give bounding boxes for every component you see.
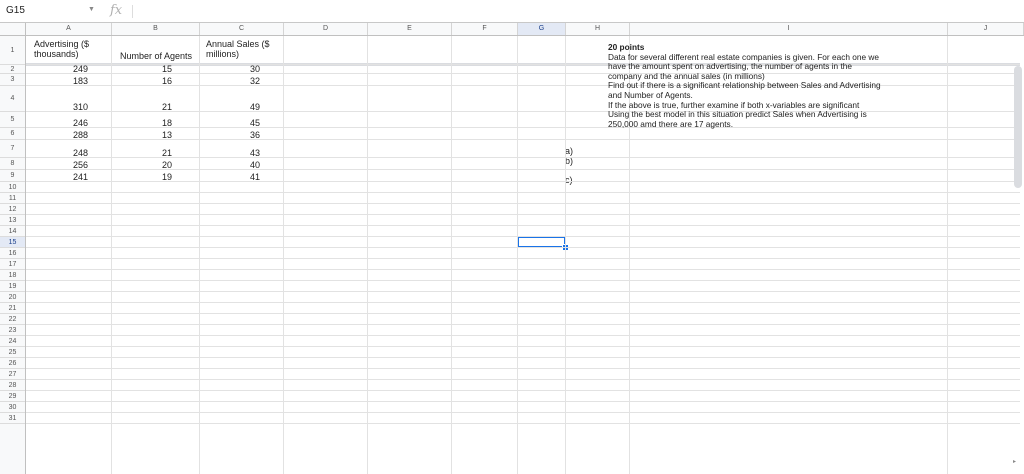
row-header-15[interactable]: 15	[0, 237, 25, 248]
grid-vline	[111, 36, 112, 474]
column-header-i[interactable]: I	[630, 23, 948, 35]
column-header-h[interactable]: H	[566, 23, 630, 35]
row-header-11[interactable]: 11	[0, 193, 25, 204]
grid-vline	[283, 36, 284, 474]
grid-hline	[26, 324, 1020, 325]
row-header-28[interactable]: 28	[0, 380, 25, 391]
formula-bar: G15 ▼ fx	[0, 0, 1024, 23]
header-c-line1[interactable]: Annual Sales ($	[206, 39, 270, 49]
row-header-6[interactable]: 6	[0, 128, 25, 140]
grid-hline	[26, 357, 1020, 358]
row-header-5[interactable]: 5	[0, 112, 25, 128]
select-all-corner[interactable]	[0, 23, 26, 35]
row-header-29[interactable]: 29	[0, 391, 25, 402]
row-header-19[interactable]: 19	[0, 281, 25, 292]
grid-hline	[26, 225, 1020, 226]
row-header-12[interactable]: 12	[0, 204, 25, 215]
grid-vline	[451, 36, 452, 474]
row-header-23[interactable]: 23	[0, 325, 25, 336]
grid-hline	[26, 192, 1020, 193]
grid-vline	[367, 36, 368, 474]
label-a[interactable]: a)	[565, 146, 573, 156]
header-c-line2[interactable]: millions)	[206, 49, 239, 59]
row-header-20[interactable]: 20	[0, 292, 25, 303]
grid-hline	[26, 269, 1020, 270]
row-header-17[interactable]: 17	[0, 259, 25, 270]
column-header-g[interactable]: G	[518, 23, 566, 35]
scroll-right-icon[interactable]: ▸	[1013, 458, 1016, 465]
grid-hline	[26, 390, 1020, 391]
column-header-b[interactable]: B	[112, 23, 200, 35]
grid-hline	[26, 346, 1020, 347]
column-header-e[interactable]: E	[368, 23, 452, 35]
grid-vline	[199, 36, 200, 474]
row-header-3[interactable]: 3	[0, 74, 25, 86]
row-header-bar: 1 2 3 4 5 6 7 8 9 10 11 12 13 14 15 16 17 18 19 20 21 22 23 24 2…	[0, 36, 26, 474]
formula-input[interactable]	[140, 4, 1004, 21]
row-header-1[interactable]: 1	[0, 36, 25, 65]
grid-hline	[26, 280, 1020, 281]
column-header-d[interactable]: D	[284, 23, 368, 35]
row-header-31[interactable]: 31	[0, 413, 25, 424]
formula-separator	[132, 5, 133, 18]
grid-hline	[26, 335, 1020, 336]
grid-hline	[26, 401, 1020, 402]
function-icon: fx	[110, 3, 123, 18]
grid-hline	[26, 181, 1020, 182]
row-header-9[interactable]: 9	[0, 170, 25, 182]
header-a-line2[interactable]: thousands)	[34, 49, 79, 59]
grid-hline	[26, 412, 1020, 413]
grid-hline	[26, 169, 1020, 170]
column-header-c[interactable]: C	[200, 23, 284, 35]
name-box[interactable]: G15	[6, 5, 25, 16]
grid-hline	[26, 379, 1020, 380]
grid-hline	[26, 258, 1020, 259]
problem-statement: 20 points Data for several different rea…	[608, 42, 948, 130]
grid-hline	[26, 423, 1020, 424]
row-header-16[interactable]: 16	[0, 248, 25, 259]
row-header-27[interactable]: 27	[0, 369, 25, 380]
column-header-a[interactable]: A	[26, 23, 112, 35]
row-header-26[interactable]: 26	[0, 358, 25, 369]
grid-vline	[517, 36, 518, 474]
row-header-14[interactable]: 14	[0, 226, 25, 237]
grid-hline	[26, 291, 1020, 292]
row-header-18[interactable]: 18	[0, 270, 25, 281]
grid-hline	[26, 236, 1020, 237]
grid-hline	[26, 302, 1020, 303]
row-header-8[interactable]: 8	[0, 158, 25, 170]
vertical-scrollbar[interactable]	[1014, 66, 1022, 188]
grid-hline	[26, 247, 1020, 248]
row-header-25[interactable]: 25	[0, 347, 25, 358]
row-header-22[interactable]: 22	[0, 314, 25, 325]
row-header-21[interactable]: 21	[0, 303, 25, 314]
row-header-30[interactable]: 30	[0, 402, 25, 413]
grid-hline	[26, 214, 1020, 215]
row-header-13[interactable]: 13	[0, 215, 25, 226]
row-header-24[interactable]: 24	[0, 336, 25, 347]
header-a-line1[interactable]: Advertising ($	[34, 39, 89, 49]
name-box-dropdown-icon[interactable]: ▼	[88, 6, 95, 13]
grid-vline	[565, 36, 566, 474]
row-header-2[interactable]: 2	[0, 65, 25, 74]
row-header-10[interactable]: 10	[0, 182, 25, 193]
label-c[interactable]: c)	[565, 175, 573, 185]
grid-hline	[26, 157, 1020, 158]
grid-hline	[26, 203, 1020, 204]
problem-line-8[interactable]: 250,000 amd there are 17 agents.	[608, 119, 948, 130]
column-header-j[interactable]: J	[948, 23, 1024, 35]
grid-hline	[26, 139, 1020, 140]
column-header-f[interactable]: F	[452, 23, 518, 35]
row-header-4[interactable]: 4	[0, 86, 25, 112]
grid-hline	[26, 368, 1020, 369]
grid-hline	[26, 313, 1020, 314]
row-header-7[interactable]: 7	[0, 140, 25, 158]
header-b[interactable]: Number of Agents	[120, 51, 192, 61]
column-header-bar: ABCDEFGHIJ	[0, 23, 1024, 36]
